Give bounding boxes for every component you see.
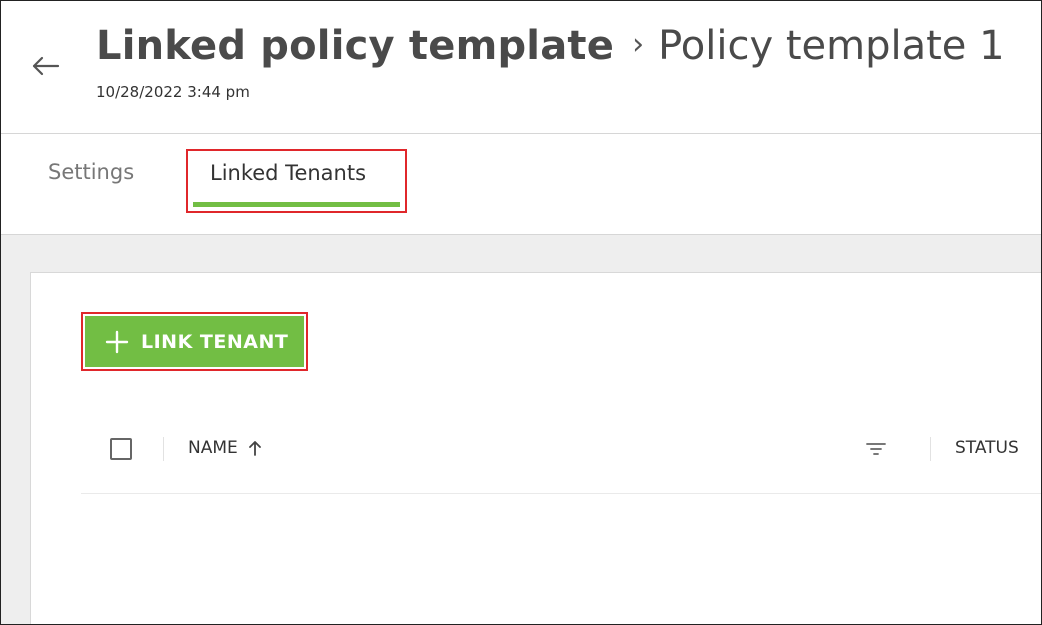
last-modified-timestamp: 10/28/2022 3:44 pm (96, 83, 250, 101)
column-header-status[interactable]: STATUS (955, 438, 1019, 458)
link-tenant-button-body: LINK TENANT (85, 316, 304, 367)
select-all-checkbox[interactable] (110, 438, 132, 460)
tab-linked-tenants[interactable]: Linked Tenants (186, 149, 407, 213)
breadcrumb-separator: › (632, 26, 645, 62)
breadcrumb: Linked policy template › Policy template… (96, 23, 1005, 69)
plus-icon (105, 330, 129, 354)
page-title[interactable]: Linked policy template (96, 23, 614, 69)
column-header-name[interactable]: NAME (188, 438, 262, 458)
arrow-up-icon (248, 440, 262, 456)
filter-icon[interactable] (864, 438, 888, 460)
arrow-left-icon (32, 56, 60, 76)
tab-linked-tenants-label: Linked Tenants (210, 161, 367, 185)
column-divider (930, 437, 931, 461)
tab-settings[interactable]: Settings (48, 160, 134, 184)
column-name-label: NAME (188, 438, 238, 458)
tab-bar: Settings Linked Tenants (1, 134, 1041, 235)
back-button[interactable] (28, 51, 62, 81)
page-subtitle: Policy template 1 (658, 23, 1005, 69)
link-tenant-button[interactable]: LINK TENANT (81, 312, 308, 371)
page-header: Linked policy template › Policy template… (1, 1, 1041, 134)
active-tab-indicator (193, 202, 400, 207)
app-window: Linked policy template › Policy template… (0, 0, 1042, 625)
link-tenant-label: LINK TENANT (141, 330, 289, 353)
column-divider (163, 437, 164, 461)
table-header: NAME STATUS (81, 421, 1041, 494)
